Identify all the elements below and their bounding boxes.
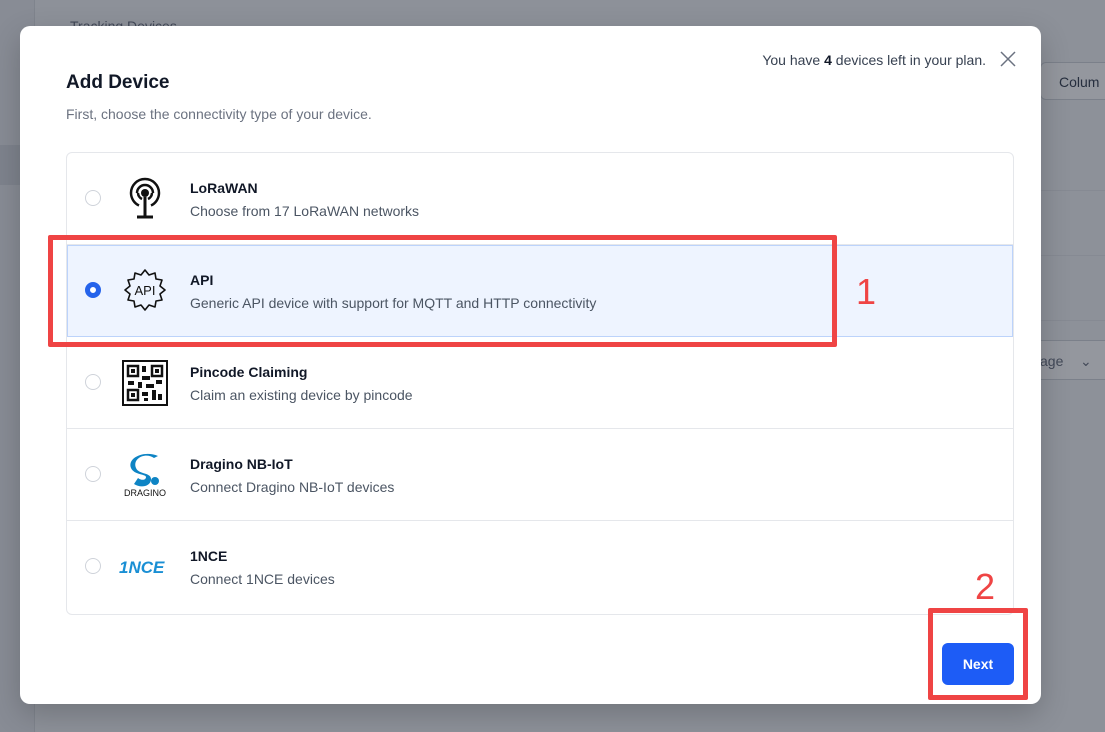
option-description: Claim an existing device by pincode bbox=[190, 387, 413, 403]
radio-lorawan[interactable] bbox=[85, 190, 101, 206]
option-description: Choose from 17 LoRaWAN networks bbox=[190, 203, 420, 219]
radio-1nce[interactable] bbox=[85, 558, 101, 574]
radio-dragino-nb-iot[interactable] bbox=[85, 466, 101, 482]
connectivity-options: LoRaWAN Choose from 17 LoRaWAN networks … bbox=[66, 152, 1014, 615]
option-1nce[interactable]: 1NCE 1NCE Connect 1NCE devices bbox=[67, 521, 1013, 613]
modal-subtitle: First, choose the connectivity type of y… bbox=[66, 106, 372, 122]
option-description: Connect Dragino NB-IoT devices bbox=[190, 479, 395, 495]
option-name: Pincode Claiming bbox=[190, 364, 308, 380]
close-icon[interactable] bbox=[997, 48, 1019, 70]
annotation-box-2 bbox=[928, 608, 1028, 700]
annotation-box-1 bbox=[48, 235, 837, 347]
antenna-icon bbox=[129, 177, 161, 219]
add-device-modal: You have 4 devices left in your plan. Ad… bbox=[20, 26, 1041, 704]
radio-pincode-claiming[interactable] bbox=[85, 374, 101, 390]
annotation-label-1: 1 bbox=[856, 271, 877, 312]
annotation-label-2: 2 bbox=[975, 566, 996, 607]
modal-title: Add Device bbox=[66, 72, 170, 93]
svg-text:1NCE: 1NCE bbox=[119, 558, 165, 577]
option-name: LoRaWAN bbox=[190, 180, 258, 196]
option-name: 1NCE bbox=[190, 548, 228, 564]
option-lorawan[interactable]: LoRaWAN Choose from 17 LoRaWAN networks bbox=[67, 153, 1013, 245]
option-description: Connect 1NCE devices bbox=[190, 571, 335, 587]
dragino-logo: DRAGINO bbox=[124, 453, 166, 498]
plan-limit-note: You have 4 devices left in your plan. bbox=[762, 52, 986, 68]
qr-code-icon bbox=[122, 360, 168, 406]
svg-text:DRAGINO: DRAGINO bbox=[124, 488, 166, 498]
option-name: Dragino NB-IoT bbox=[190, 456, 293, 472]
1nce-logo: 1NCE bbox=[119, 558, 165, 577]
option-dragino-nb-iot[interactable]: DRAGINO Dragino NB-IoT Connect Dragino N… bbox=[67, 429, 1013, 521]
option-pincode-claiming[interactable]: Pincode Claiming Claim an existing devic… bbox=[67, 337, 1013, 429]
